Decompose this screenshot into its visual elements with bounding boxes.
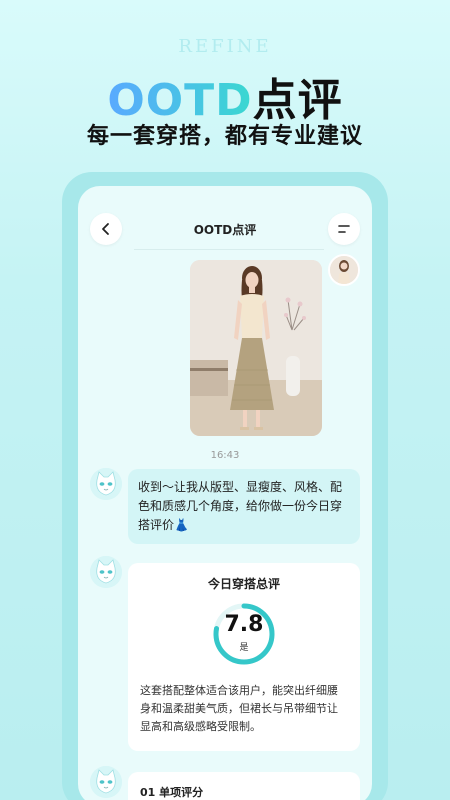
message-timestamp: 16:43: [210, 450, 240, 461]
bot-avatar: [90, 766, 122, 798]
hero-subtitle: 每一套穿搭，都有专业建议: [86, 124, 363, 149]
phone-screen: OOTD点评 16:43 收到～让我从版型、显瘦度、风格、配色和质感几个角度，给…: [78, 186, 372, 800]
outfit-photo-image: [190, 260, 322, 436]
summary-card: 今日穿搭总评 7.8 是 这套搭配整体适合该用户，能突出纤细腰身和温柔甜美气质，…: [128, 563, 360, 751]
bot-avatar: [90, 468, 122, 500]
menu-icon: [338, 225, 350, 233]
brand-logo-text: REFINE: [178, 36, 272, 57]
cat-avatar-icon: [90, 468, 122, 500]
user-avatar-image: [330, 256, 358, 284]
section-card: 01 单项评分: [128, 772, 360, 800]
nav-divider: [134, 249, 324, 250]
section-card-title: 01 单项评分: [140, 786, 204, 799]
score-gauge: 7.8 是: [212, 602, 276, 666]
bot-message-bubble: 收到～让我从版型、显瘦度、风格、配色和质感几个角度，给你做一份今日穿搭评价👗: [128, 469, 360, 544]
summary-card-title: 今日穿搭总评: [207, 577, 280, 591]
nav-bar: OOTD点评: [78, 186, 372, 250]
outfit-photo[interactable]: [190, 260, 322, 436]
summary-text: 这套搭配整体适合该用户，能突出纤细腰身和温柔甜美气质，但裙长与吊带细节让显高和高…: [140, 684, 338, 733]
cat-avatar-icon: [90, 766, 122, 798]
score-value: 7.8: [224, 612, 264, 637]
menu-button[interactable]: [328, 213, 360, 245]
score-suffix: 是: [239, 643, 249, 653]
user-avatar[interactable]: [328, 254, 360, 286]
cat-avatar-icon: [90, 556, 122, 588]
bot-avatar: [90, 556, 122, 588]
